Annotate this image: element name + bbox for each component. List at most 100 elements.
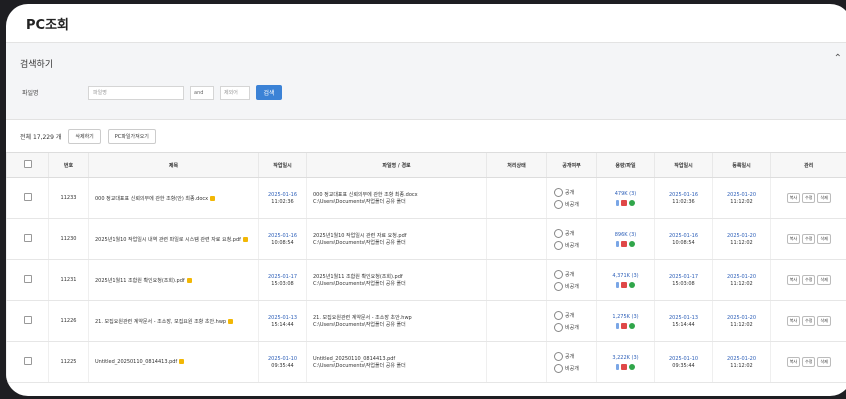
exclude-input[interactable]: 제외어 — [220, 85, 250, 100]
edit-button[interactable]: 수정 — [802, 275, 816, 285]
row-title-text[interactable]: 000 정교대표표 신뢰의무에 관한 조항(안) 최종.docx — [95, 196, 208, 202]
edit-button[interactable]: 수정 — [802, 234, 816, 244]
pdf-icon[interactable] — [621, 240, 627, 247]
header-select-all[interactable] — [6, 152, 49, 178]
copy-button[interactable]: 복사 — [786, 316, 801, 326]
row-title[interactable]: 000 정교대표표 신뢰의무에 관한 조항(안) 최종.docx — [88, 177, 259, 219]
chevron-icon[interactable]: ⌃ — [834, 53, 842, 64]
worked-date: 2025-01-13 — [668, 314, 699, 321]
delete-row-button[interactable]: 삭제 — [817, 234, 831, 244]
radio-circle-icon[interactable] — [554, 269, 563, 279]
row-title-text[interactable]: 2025년1월11 조합원 확인요청(조회).pdf — [95, 278, 185, 284]
checkbox[interactable] — [23, 316, 32, 324]
checkbox[interactable] — [23, 275, 32, 283]
pdf-icon[interactable] — [621, 363, 627, 370]
search-input[interactable]: 파일명 — [88, 85, 184, 100]
drive-icon[interactable] — [629, 363, 635, 370]
delete-row-button[interactable]: 삭제 — [817, 316, 831, 326]
row-actions: 복사 수정 삭제 — [770, 341, 846, 383]
row-title-text[interactable]: Untitled_20250110_0814413.pdf — [95, 359, 177, 365]
size-text: 1,275K (3) — [598, 314, 653, 321]
registered-date: 2025-01-20 — [726, 273, 757, 280]
radio-circle-icon[interactable] — [554, 240, 563, 250]
row-select-cell[interactable] — [6, 300, 49, 342]
header-manage: 관리 — [770, 152, 846, 178]
search-button[interactable]: 검색 — [256, 85, 282, 100]
radio-private[interactable]: 비공개 — [554, 322, 579, 332]
radio-public[interactable]: 공개 — [554, 228, 574, 238]
copy-button[interactable]: 복사 — [786, 275, 801, 285]
row-size: 896K (3) — [596, 218, 655, 260]
operator-select[interactable]: and — [190, 85, 214, 100]
row-title[interactable]: 21. 모집요원관련 계약문서 - 조소장, 모집요원 조항 초안.hwp — [88, 300, 259, 342]
row-select-cell[interactable] — [6, 177, 49, 219]
path-dir: C:\Users\Documents\작업폴더 공유 폴더 — [313, 199, 406, 205]
radio-circle-icon[interactable] — [554, 199, 563, 209]
radio-public[interactable]: 공개 — [554, 187, 574, 197]
radio-circle-icon[interactable] — [554, 322, 563, 332]
pdf-icon[interactable] — [621, 199, 627, 206]
row-select-cell[interactable] — [6, 218, 49, 260]
worked-time: 15:14:44 — [672, 321, 695, 328]
row-no: 11225 — [48, 341, 89, 383]
radio-public[interactable]: 공개 — [554, 310, 574, 320]
delete-row-button[interactable]: 삭제 — [817, 275, 831, 285]
row-title-text[interactable]: 2025년1월10 작업일시 내역 관련 파일로 시스템 관련 자료 요청.pd… — [95, 237, 241, 243]
row-actions: 복사 수정 삭제 — [770, 259, 846, 301]
row-title[interactable]: 2025년1월11 조합원 확인요청(조회).pdf — [88, 259, 259, 301]
radio-public[interactable]: 공개 — [554, 351, 574, 361]
copy-button[interactable]: 복사 — [786, 234, 801, 244]
drive-icon[interactable] — [629, 199, 635, 206]
copy-button[interactable]: 복사 — [786, 193, 801, 203]
delete-row-button[interactable]: 삭제 — [817, 357, 831, 367]
row-select-cell[interactable] — [6, 341, 49, 383]
import-pc-button[interactable]: PC파일가져오기 — [107, 128, 156, 144]
pdf-icon[interactable] — [621, 322, 627, 329]
row-visibility: 공개 비공개 — [546, 259, 597, 301]
drive-icon[interactable] — [629, 281, 635, 288]
delete-row-button[interactable]: 삭제 — [817, 193, 831, 203]
registered-date: 2025-01-20 — [726, 355, 757, 362]
radio-circle-icon[interactable] — [554, 351, 563, 361]
worked-date: 2025-01-10 — [668, 355, 699, 362]
radio-private[interactable]: 비공개 — [554, 363, 579, 373]
page-title: PC조회 — [6, 4, 846, 43]
edit-button[interactable]: 수정 — [802, 193, 816, 203]
header-title: 제목 — [88, 152, 259, 178]
row-select-cell[interactable] — [6, 259, 49, 301]
radio-circle-icon[interactable] — [554, 310, 563, 320]
edit-button[interactable]: 수정 — [802, 357, 816, 367]
checkbox[interactable] — [23, 234, 32, 242]
row-path: 21. 모집요원관련 계약문서 - 조소장 초안.hwp C:\Users\Doc… — [306, 300, 487, 342]
delete-button[interactable]: 삭제하기 — [68, 128, 101, 144]
radio-private[interactable]: 비공개 — [554, 281, 579, 291]
checkbox[interactable] — [23, 193, 32, 201]
row-title-text[interactable]: 21. 모집요원관련 계약문서 - 조소장, 모집요원 조항 초안.hwp — [95, 319, 226, 325]
row-size: 479K (3) — [596, 177, 655, 219]
radio-circle-icon[interactable] — [554, 187, 563, 197]
created-date: 2025-01-10 — [267, 355, 298, 362]
radio-circle-icon[interactable] — [554, 228, 563, 238]
row-created: 2025-01-10 09:35:44 — [258, 341, 307, 383]
toolbar: 전체 17,229 개 삭제하기 PC파일가져오기 — [6, 120, 846, 152]
row-created: 2025-01-17 15:03:08 — [258, 259, 307, 301]
file-marker-icon — [616, 199, 619, 206]
row-worked: 2025-01-10 09:35:44 — [654, 341, 713, 383]
copy-button[interactable]: 복사 — [786, 357, 801, 367]
row-title[interactable]: 2025년1월10 작업일시 내역 관련 파일로 시스템 관련 자료 요청.pd… — [88, 218, 259, 260]
radio-private[interactable]: 비공개 — [554, 240, 579, 250]
row-status — [486, 259, 547, 301]
checkbox[interactable] — [23, 357, 32, 365]
edit-button[interactable]: 수정 — [802, 316, 816, 326]
row-title[interactable]: Untitled_20250110_0814413.pdf — [88, 341, 259, 383]
radio-circle-icon[interactable] — [554, 363, 563, 373]
drive-icon[interactable] — [629, 240, 635, 247]
checkbox[interactable] — [23, 160, 32, 168]
pdf-icon[interactable] — [621, 281, 627, 288]
drive-icon[interactable] — [629, 322, 635, 329]
radio-private[interactable]: 비공개 — [554, 199, 579, 209]
search-panel: 검색하기 ⌃ 파일명 파일명 and 제외어 검색 — [6, 43, 846, 120]
row-created: 2025-01-13 15:14:44 — [258, 300, 307, 342]
radio-circle-icon[interactable] — [554, 281, 563, 291]
radio-public[interactable]: 공개 — [554, 269, 574, 279]
